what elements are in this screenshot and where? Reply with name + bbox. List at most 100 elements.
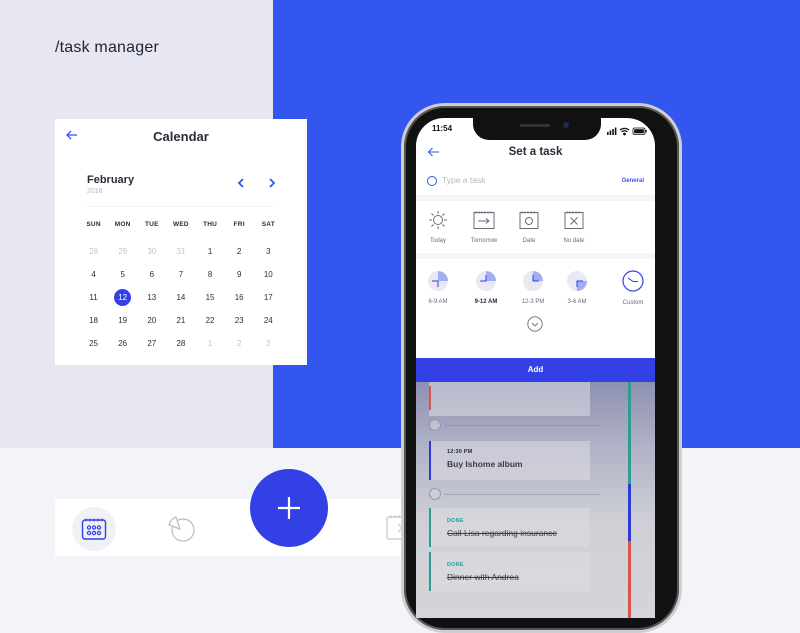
brand-title: /task manager — [55, 39, 159, 56]
time-option-label: 9-12 AM — [474, 299, 498, 305]
calendar-day-number: 5 — [120, 270, 125, 279]
calendar-day[interactable]: 16 — [225, 293, 254, 302]
calendar-day[interactable]: 9 — [225, 270, 254, 279]
timeline-divider — [444, 425, 600, 426]
date-option-tomorrow[interactable]: Tomorrow — [468, 210, 500, 244]
calendar-day[interactable]: 21 — [166, 316, 195, 325]
date-option-date[interactable]: Date — [518, 210, 540, 244]
timeline-segment-current — [628, 484, 631, 541]
nav-stats-button[interactable] — [166, 512, 198, 544]
calendar-day[interactable]: 20 — [137, 316, 166, 325]
screen-title: Set a task — [508, 146, 563, 158]
chevron-down-circle-icon — [527, 316, 543, 332]
calendar-day-number: 15 — [205, 293, 215, 302]
weekday-label: MON — [114, 220, 131, 228]
weekday-label: WED — [173, 220, 189, 228]
time-option-label: Custom — [622, 300, 644, 306]
calendar-day-number: 21 — [176, 316, 186, 325]
task-name: Call Lisa regarding insurance — [447, 528, 558, 538]
expand-more-button[interactable] — [527, 316, 543, 332]
date-option-no-date[interactable]: No date — [561, 210, 587, 244]
date-option-today[interactable]: Today — [425, 210, 451, 244]
timeline-divider — [444, 494, 600, 495]
calendar-day[interactable]: 18 — [79, 316, 108, 325]
plus-icon — [278, 497, 300, 519]
calendar-day[interactable]: 3 — [254, 339, 283, 348]
calendar-day[interactable]: 7 — [166, 270, 195, 279]
calendar-day[interactable]: 11 — [79, 293, 108, 302]
phone-speaker — [520, 124, 550, 127]
calendar-day[interactable]: 1 — [196, 247, 225, 256]
calendar-day[interactable]: 10 — [254, 270, 283, 279]
calendar-day[interactable]: 5 — [108, 270, 137, 279]
task-card[interactable] — [429, 382, 590, 416]
calendar-day[interactable]: 2 — [225, 339, 254, 348]
calendar-day-number: 12 — [114, 289, 132, 306]
category-selector[interactable]: General — [622, 178, 644, 184]
calendar-day[interactable]: 30 — [137, 247, 166, 256]
date-option-label: Date — [522, 238, 536, 244]
calendar-day[interactable]: 15 — [196, 293, 225, 302]
calendar-day[interactable]: 26 — [108, 339, 137, 348]
task-color-bar — [429, 386, 431, 410]
calendar-day[interactable]: 4 — [79, 270, 108, 279]
calendar-day[interactable]: 2 — [225, 247, 254, 256]
add-task-fab[interactable] — [250, 469, 328, 547]
calendar-day[interactable]: 17 — [254, 293, 283, 302]
timeline-segment-upcoming — [628, 541, 631, 618]
calendar-day[interactable]: 28 — [79, 247, 108, 256]
weekday-header-row: SUN MON TUE WED THU FRI SAT — [79, 217, 283, 231]
calendar-day[interactable]: 23 — [225, 316, 254, 325]
task-input-row[interactable]: Type a task General — [416, 170, 655, 192]
calendar-week-row: 4 5 6 7 8 9 10 — [79, 263, 283, 286]
time-option-3-6am[interactable]: 3-6 AM — [564, 271, 590, 305]
set-task-header: Set a task — [416, 140, 655, 168]
calendar-day[interactable]: 1 — [196, 339, 225, 348]
calendar-day-number: 3 — [266, 339, 271, 348]
calendar-day[interactable]: 3 — [254, 247, 283, 256]
nav-calendar-button[interactable] — [72, 507, 116, 551]
calendar-day[interactable]: 24 — [254, 316, 283, 325]
chevron-right-icon[interactable] — [266, 177, 278, 191]
pie-chart-icon — [168, 516, 195, 542]
weekday-label: SUN — [86, 220, 101, 228]
calendar-day-number: 11 — [89, 293, 98, 302]
calendar-day[interactable]: 6 — [137, 270, 166, 279]
time-option-12-3pm[interactable]: 12-3 PM — [518, 271, 548, 305]
time-option-6-9am[interactable]: 6-9 AM — [424, 271, 452, 305]
time-option-custom[interactable]: Custom — [619, 270, 647, 306]
calendar-day[interactable]: 14 — [166, 293, 195, 302]
calendar-day[interactable]: 22 — [196, 316, 225, 325]
calendar-day[interactable]: 28 — [166, 339, 195, 348]
calendar-day-number: 1 — [207, 339, 213, 348]
signal-icon — [607, 127, 617, 135]
calendar-week-row: 11 12 13 14 15 16 17 — [79, 286, 283, 309]
bottom-nav — [55, 499, 410, 556]
time-option-9-12am[interactable]: 9-12 AM — [470, 271, 502, 305]
calendar-day[interactable]: 8 — [196, 270, 225, 279]
calendar-title: Calendar — [153, 129, 209, 144]
task-status: DONE — [447, 562, 464, 568]
task-card[interactable]: DONE Call Lisa regarding insurance — [429, 508, 590, 547]
calendar-day[interactable]: 31 — [166, 247, 195, 256]
calendar-day[interactable]: 25 — [79, 339, 108, 348]
calendar-day-selected[interactable]: 12 — [108, 289, 137, 306]
calendar-day[interactable]: 19 — [108, 316, 137, 325]
calendar-day-number: 10 — [263, 270, 273, 279]
calendar-day[interactable]: 13 — [137, 293, 166, 302]
task-card[interactable]: DONE Dinner with Andrea — [429, 552, 590, 591]
phone-camera — [563, 122, 569, 128]
radio-circle-icon[interactable] — [427, 176, 437, 186]
add-button[interactable]: Add — [416, 358, 655, 382]
calendar-day-number: 1 — [207, 247, 213, 256]
task-card[interactable]: 12:30 PM Buy Ishome album — [429, 441, 590, 480]
date-option-label: Today — [429, 238, 446, 244]
task-input[interactable]: Type a task — [442, 175, 485, 185]
calendar-day[interactable]: 27 — [137, 339, 166, 348]
calendar-day[interactable]: 29 — [108, 247, 137, 256]
chevron-left-icon[interactable] — [235, 177, 247, 191]
calendar-day-number: 27 — [147, 339, 157, 348]
date-option-label: Tomorrow — [470, 238, 498, 244]
calendar-week-row: 25 26 27 28 1 2 3 — [79, 332, 283, 355]
calendar-week-row: 18 19 20 21 22 23 24 — [79, 309, 283, 332]
